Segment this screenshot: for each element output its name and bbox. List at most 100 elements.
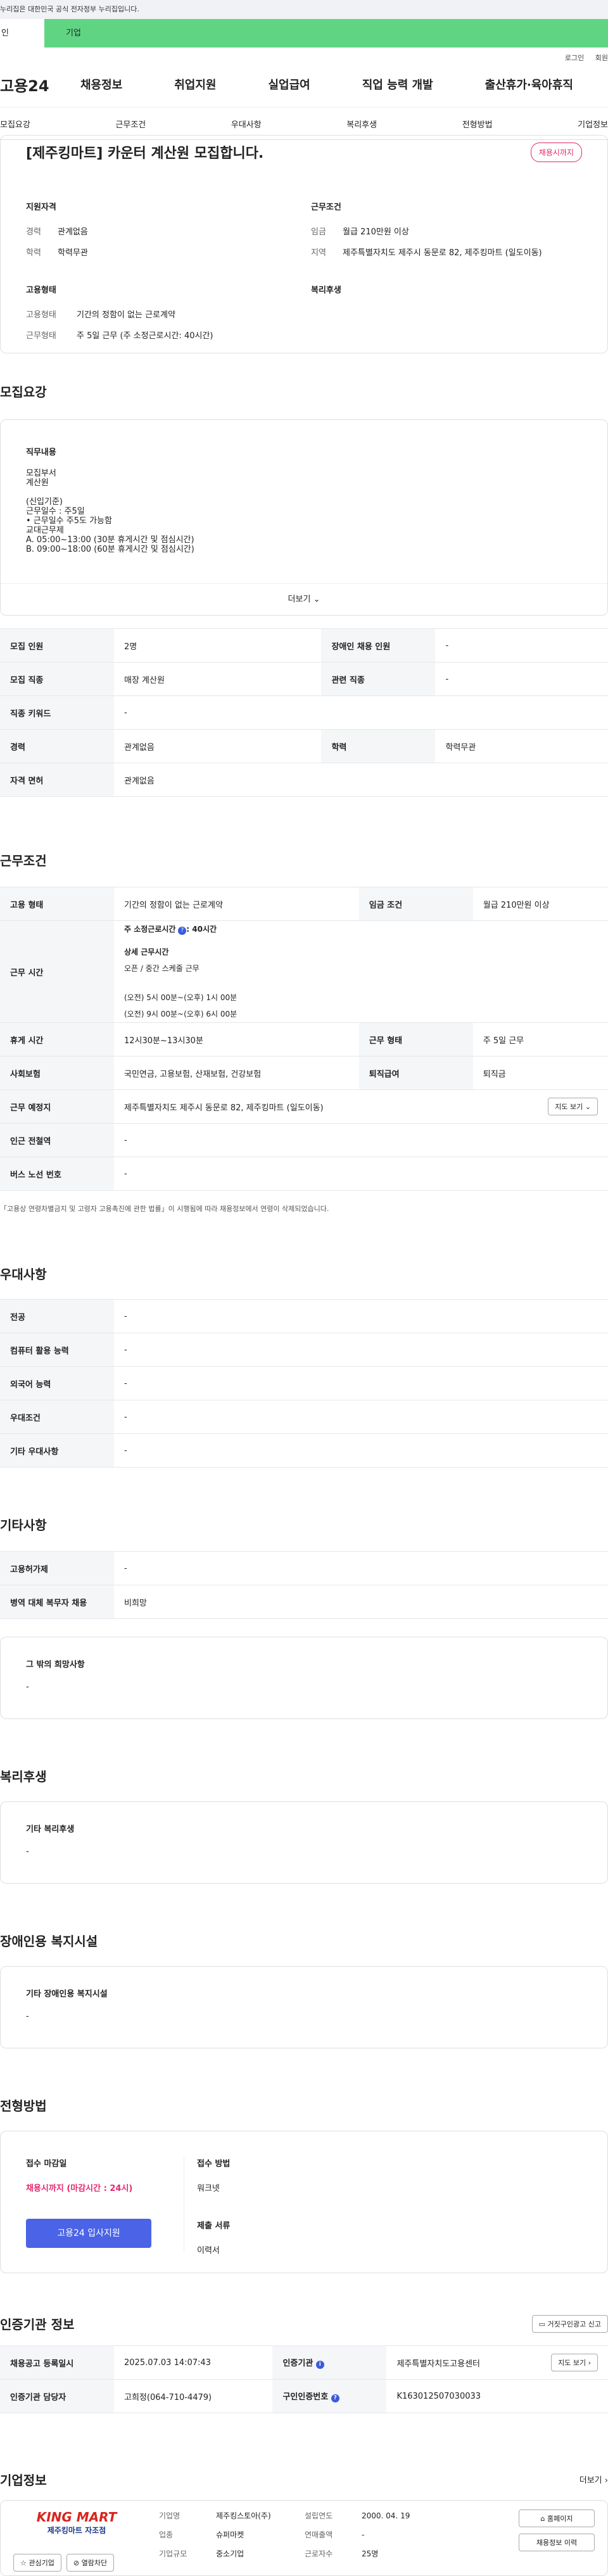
condition-wage: 임금 월급 210만원 이상 <box>311 227 409 237</box>
home-icon: ⌂ <box>540 2515 545 2523</box>
description-line: (신입기준) <box>26 497 63 507</box>
service-switcher: 인 기업 <box>0 19 608 48</box>
tab-recruit[interactable]: 모집요강 <box>0 118 30 130</box>
table-row: 모집 인원 2명 장애인 채용 인원 - <box>0 628 608 663</box>
employment-title: 고용형태 <box>26 286 56 295</box>
gnb-item-leave[interactable]: 출산휴가·육아휴직 <box>485 76 573 92</box>
recruit-heading: 모집요강 <box>0 384 47 400</box>
table-row: 고용 형태 기간의 정함이 없는 근로계약 임금 조건 월급 210만원 이상 <box>0 887 608 921</box>
info-icon[interactable]: i <box>315 2361 324 2369</box>
welfare-title: 복리후생 <box>311 286 341 295</box>
tab-personal[interactable]: 인 <box>0 19 44 48</box>
signup-link[interactable]: 회원 <box>595 54 608 62</box>
homepage-button[interactable]: ⌂ 홈페이지 <box>519 2509 595 2527</box>
history-button[interactable]: 채용정보 이력 <box>519 2534 595 2551</box>
tab-welfare[interactable]: 복리후생 <box>346 118 377 130</box>
table-row: 인증기관 담당자 고희정(064-710-4479) 구인인증번호 ? K1630… <box>0 2379 608 2413</box>
table-row: 휴게 시간 12시30분~13시30분 근무 형태 주 5일 근무 <box>0 1022 608 1056</box>
favorite-button[interactable]: ☆ 관심기업 <box>13 2554 61 2572</box>
tab-conditions[interactable]: 근무조건 <box>115 118 146 130</box>
apply-button[interactable]: 고용24 입사지원 <box>26 2219 151 2248</box>
company-heading: 기업정보 <box>0 2473 47 2488</box>
description-line: 계산원 <box>26 478 49 488</box>
table-row: 근무 예정지 제주특별자치도 제주시 동문로 82, 제주킹마트 (일도이동) 지… <box>0 1089 608 1124</box>
company-more-link[interactable]: 더보기 › <box>580 2473 608 2485</box>
description-line <box>26 488 582 497</box>
utility-nav: 로그인 회원 <box>0 48 608 62</box>
table-row: 전공 - <box>0 1299 608 1333</box>
description-line: B. 09:00~18:00 (60분 휴게시간 및 점심시간) <box>26 545 194 554</box>
conditions-heading: 근무조건 <box>0 853 47 868</box>
report-button[interactable]: ▭ 거짓구인광고 신고 <box>531 2314 608 2333</box>
description-line: A. 05:00~13:00 (30분 휴게시간 및 점심시간) <box>26 535 194 545</box>
info-icon[interactable]: ? <box>331 2394 339 2402</box>
info-icon[interactable]: ? <box>178 927 187 935</box>
work-type: 근무형태 주 5일 근무 (주 소정근로시간: 40시간) <box>26 331 213 341</box>
condition-title: 근무조건 <box>311 203 341 212</box>
gnb-item-benefits[interactable]: 실업급여 <box>269 76 310 92</box>
cert-table: 채용공고 등록일시 2025.07.03 14:07:43 인증기관 i 제주특별… <box>0 2345 608 2413</box>
chevron-down-icon: ⌄ <box>585 1103 591 1111</box>
document-icon: ▭ <box>538 2319 546 2328</box>
qualification-education: 학력 학력무관 <box>26 248 88 258</box>
map-button[interactable]: 지도 보기 ⌄ <box>548 1098 598 1115</box>
site-logo[interactable]: 고용24 <box>0 73 63 96</box>
login-link[interactable]: 로그인 <box>565 54 584 62</box>
conditions-table: 고용 형태 기간의 정함이 없는 근로계약 임금 조건 월급 210만원 이상 근무… <box>0 887 608 1191</box>
company-logo: KING MART 제주킹마트 자조점 <box>36 2509 117 2535</box>
etc-heading: 기타사항 <box>0 1518 47 1533</box>
summary-card: [제주킹마트] 카운터 계산원 모집합니다. 채용시까지 지원자격 경력 관계없음… <box>0 135 608 353</box>
gnb-item-jobs[interactable]: 채용정보 <box>80 76 122 92</box>
tab-preference[interactable]: 우대사항 <box>231 118 262 130</box>
employment-type: 고용형태 기간의 정함이 없는 근로계약 <box>26 310 175 320</box>
description-line: 근무일수 : 주5일 <box>26 507 85 516</box>
welfare-heading: 복리후생 <box>0 1769 47 1784</box>
job-description-card: 직무내용 모집부서 계산원 (신입기준) 근무일수 : 주5일 • 근무일수 주5도 가… <box>0 419 608 616</box>
qualification-career: 경력 관계없음 <box>26 227 88 237</box>
condition-location: 지역 제주특별자치도 제주시 동문로 82, 제주킹마트 (일도이동) <box>311 248 542 258</box>
welfare-box: 기타 복리후생 - <box>0 1801 608 1884</box>
job-description-label: 직무내용 <box>26 448 56 457</box>
table-row: 근무 시간 주 소정근로시간 ?: 40시간 상세 근무시간 오픈 / 중간 스… <box>0 920 608 1023</box>
tab-company[interactable]: 기업 <box>44 19 608 48</box>
cert-heading: 인증기관 정보 <box>0 2317 75 2332</box>
qualification-title: 지원자격 <box>26 203 56 212</box>
table-row: 사회보험 국민연금, 고용보험, 산재보험, 건강보험 퇴직급여 퇴직금 <box>0 1056 608 1090</box>
table-row: 경력 관계없음 학력 학력무관 <box>0 729 608 763</box>
gnb-item-support[interactable]: 취업지원 <box>174 76 216 92</box>
table-row: 외국어 능력 - <box>0 1366 608 1400</box>
job-description-text: 모집부서 계산원 (신입기준) 근무일수 : 주5일 • 근무일수 주5도 가능함 교대근… <box>26 469 582 554</box>
company-card: KING MART 제주킹마트 자조점 ☆ 관심기업 ⊘ 열람차단 기업명 제주킹… <box>0 2500 608 2576</box>
age-notice: 「고용상 연령차별금지 및 고령자 고용촉진에 관한 법률」이 시행됨에 따라 … <box>0 1205 329 1213</box>
deadline-badge: 채용시까지 <box>530 142 582 162</box>
disability-box: 기타 장애인용 복지시설 - <box>0 1966 608 2048</box>
block-icon: ⊘ <box>73 2559 80 2567</box>
deadline-text: 채용시까지 (마감시간 : 24시) <box>26 2184 133 2193</box>
table-row: 자격 면허 관계없음 <box>0 763 608 797</box>
table-row: 인근 전철역 - <box>0 1123 608 1157</box>
description-line: 모집부서 <box>26 469 56 478</box>
table-row: 컴퓨터 활용 능력 - <box>0 1333 608 1367</box>
table-row: 우대조건 - <box>0 1400 608 1434</box>
process-heading: 전형방법 <box>0 2098 47 2114</box>
description-line: 교대근무제 <box>26 526 64 535</box>
table-row: 모집 직종 매장 계산원 관련 직종 - <box>0 662 608 696</box>
star-icon: ☆ <box>20 2559 27 2567</box>
recruit-table: 모집 인원 2명 장애인 채용 인원 - 모집 직종 매장 계산원 관련 직종 - 직종 키워드… <box>0 628 608 797</box>
table-row: 직종 키워드 - <box>0 695 608 730</box>
table-row: 채용공고 등록일시 2025.07.03 14:07:43 인증기관 i 제주특별… <box>0 2345 608 2380</box>
preference-heading: 우대사항 <box>0 1267 47 1282</box>
cert-map-button[interactable]: 지도 보기 › <box>551 2354 598 2371</box>
other-wish-box: 그 밖의 희망사항 - <box>0 1637 608 1719</box>
gov-banner: 누리집은 대한민국 공식 전자정부 누리집입니다. <box>0 0 608 19</box>
disability-heading: 장애인용 복지시설 <box>0 1934 98 1949</box>
process-box: 접수 마감일 채용시까지 (마감시간 : 24시) 고용24 입사지원 접수 방… <box>0 2131 608 2273</box>
gnb-item-training[interactable]: 직업 능력 개발 <box>362 76 433 92</box>
more-button[interactable]: 더보기 ⌄ <box>1 583 607 615</box>
block-button[interactable]: ⊘ 열람차단 <box>66 2554 115 2572</box>
tab-company[interactable]: 기업정보 <box>578 118 608 130</box>
tab-process[interactable]: 전형방법 <box>462 118 493 130</box>
chevron-down-icon: ⌄ <box>313 595 320 604</box>
global-nav: 고용24 채용정보 취업지원 실업급여 직업 능력 개발 출산휴가·육아휴직 <box>0 61 608 107</box>
description-line: • 근무일수 주5도 가능함 <box>26 516 112 526</box>
